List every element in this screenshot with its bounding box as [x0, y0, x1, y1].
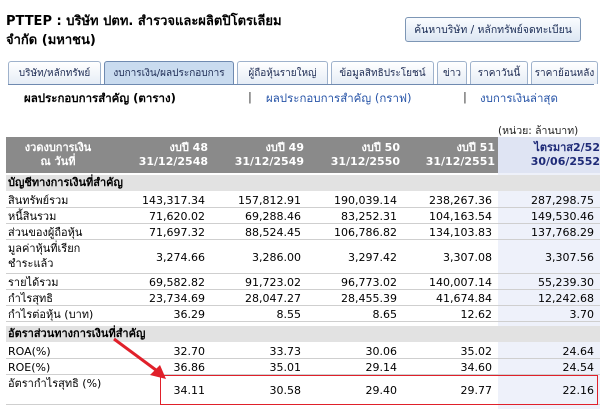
row-value-col-4: 34.60 — [460, 361, 493, 374]
header-col-3: งบปี 50 31/12/2550 — [304, 137, 400, 173]
company-name: PTTEP : บริษัท ปตท. สำรวจและผลิตปิโตรเลี… — [6, 12, 306, 50]
row-value-col-2: 8.55 — [276, 308, 302, 321]
company-name-line2: จำกัด (มหาชน) — [6, 33, 96, 48]
row-label: อัตรากำไรสุทธิ (%) — [8, 377, 102, 390]
row-value-col-5: 287,298.75 — [531, 194, 594, 207]
tab-benefits[interactable]: ข้อมูลสิทธิประโยชน์ — [331, 61, 434, 84]
row-value-col-2: 28,047.27 — [245, 292, 301, 305]
row-value-col-4: 140,007.14 — [429, 276, 492, 289]
row-label: มูลค่าหุ้นที่เรียก ชำระแล้ว — [8, 242, 81, 270]
header-col-4-title: งบปี 51 — [456, 141, 495, 154]
row-value-col-3: 3,297.42 — [348, 251, 397, 264]
header-col-1-title: งบปี 48 — [169, 141, 208, 154]
row-value-col-2: 35.01 — [269, 361, 302, 374]
net-margin-highlight-box — [160, 375, 598, 405]
row-value-col-3: 106,786.82 — [334, 226, 397, 239]
row-value-col-5: 24.64 — [562, 345, 595, 358]
row-value-col-3: 8.65 — [372, 308, 398, 321]
section-financial-accounts: บัญชีทางการเงินที่สำคัญ — [6, 175, 600, 191]
subnav-separator: | — [248, 90, 252, 104]
row-value-col-3: 190,039.14 — [334, 194, 397, 207]
row-value-col-1: 36.29 — [173, 308, 206, 321]
header-col-3-title: งบปี 50 — [361, 141, 400, 154]
tab-company[interactable]: บริษัท/หลักทรัพย์ — [8, 61, 101, 84]
header-period-line1: งวดงบการเงิน — [24, 141, 92, 154]
subnav-separator: | — [463, 90, 467, 104]
company-search-button[interactable]: ค้นหาบริษัท / หลักทรัพย์จดทะเบียน — [405, 17, 581, 42]
tab-price-history[interactable]: ราคาย้อนหลัง — [531, 61, 598, 84]
row-value-col-1: 69,582.82 — [149, 276, 205, 289]
header-col-1: งบปี 48 31/12/2548 — [110, 137, 208, 173]
row-value-col-1: 3,274.66 — [156, 251, 205, 264]
row-value-col-2: 33.73 — [269, 345, 302, 358]
row-value-col-4: 12.62 — [460, 308, 493, 321]
row-value-col-2: 91,723.02 — [245, 276, 301, 289]
row-value-col-3: 29.14 — [365, 361, 398, 374]
header-period-line2: ณ วันที่ — [40, 155, 76, 168]
subnav-key-results-graph[interactable]: ผลประกอบการสำคัญ (กราฟ) — [266, 90, 412, 108]
tab-bar: บริษัท/หลักทรัพย์ งบการเงิน/ผลประกอบการ … — [8, 61, 601, 84]
tab-major-shareholders[interactable]: ผู้ถือหุ้นรายใหญ่ — [237, 61, 328, 84]
header-col-5: ไตรมาส2/52 30/06/2552 — [498, 137, 600, 173]
row-value-col-5: 149,530.46 — [531, 210, 594, 223]
row-value-col-4: 104,163.54 — [429, 210, 492, 223]
row-value-col-2: 3,286.00 — [252, 251, 301, 264]
section-financial-ratios: อัตราส่วนทางการเงินที่สำคัญ — [6, 326, 600, 342]
row-value-col-4: 134,103.83 — [429, 226, 492, 239]
row-value-col-3: 30.06 — [365, 345, 398, 358]
row-value-col-5: 3.70 — [569, 308, 595, 321]
row-value-col-5: 137,768.29 — [531, 226, 594, 239]
header-col-3-date: 31/12/2550 — [330, 155, 400, 168]
row-value-col-2: 88,524.45 — [245, 226, 301, 239]
row-value-col-3: 96,773.02 — [341, 276, 397, 289]
row-value-col-3: 83,252.31 — [341, 210, 397, 223]
row-value-col-5: 12,242.68 — [538, 292, 594, 305]
header-col-4-date: 31/12/2551 — [425, 155, 495, 168]
header-col-4: งบปี 51 31/12/2551 — [400, 137, 495, 173]
row-value-col-4: 3,307.08 — [443, 251, 492, 264]
header-col-5-title: ไตรมาส2/52 — [534, 141, 600, 154]
row-value-col-2: 157,812.91 — [238, 194, 301, 207]
row-value-col-1: 23,734.69 — [149, 292, 205, 305]
row-value-col-3: 28,455.39 — [341, 292, 397, 305]
tab-financials[interactable]: งบการเงิน/ผลประกอบการ — [104, 61, 234, 84]
row-value-col-4: 35.02 — [460, 345, 493, 358]
header-col-1-date: 31/12/2548 — [138, 155, 208, 168]
row-value-col-5: 55,239.30 — [538, 276, 594, 289]
tab-price-today[interactable]: ราคาวันนี้ — [470, 61, 528, 84]
header-period-label: งวดงบการเงิน ณ วันที่ — [6, 137, 110, 173]
row-value-col-1: 71,697.32 — [149, 226, 205, 239]
subnav-key-results-table[interactable]: ผลประกอบการสำคัญ (ตาราง) — [24, 90, 176, 108]
header-col-5-date: 30/06/2552 — [530, 155, 600, 168]
red-arrow-icon — [113, 337, 166, 379]
row-value-col-2: 69,288.46 — [245, 210, 301, 223]
row-value-col-4: 238,267.36 — [429, 194, 492, 207]
tab-news[interactable]: ข่าว — [437, 61, 467, 84]
header-col-2: งบปี 49 31/12/2549 — [208, 137, 304, 173]
header-col-2-title: งบปี 49 — [265, 141, 304, 154]
company-name-line1: PTTEP : บริษัท ปตท. สำรวจและผลิตปิโตรเลี… — [6, 14, 282, 29]
row-value-col-1: 71,620.02 — [149, 210, 205, 223]
sub-navigation: ผลประกอบการสำคัญ (ตาราง) | ผลประกอบการสำ… — [0, 88, 602, 106]
subnav-latest-statements[interactable]: งบการเงินล่าสุด — [480, 90, 558, 108]
row-value-col-5: 24.54 — [562, 361, 595, 374]
tab-divider — [8, 84, 594, 85]
row-value-col-4: 41,674.84 — [436, 292, 492, 305]
row-value-col-1: 143,317.34 — [142, 194, 205, 207]
header-col-2-date: 31/12/2549 — [234, 155, 304, 168]
row-value-col-5: 3,307.56 — [545, 251, 594, 264]
